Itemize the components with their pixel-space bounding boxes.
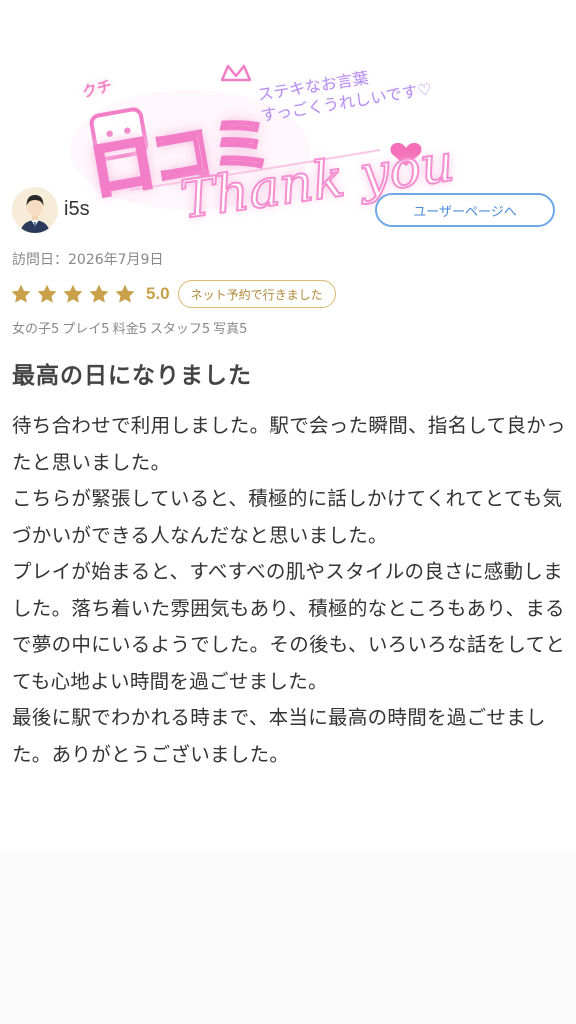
sub-score: 料金5	[112, 322, 147, 337]
rating-row: 5.0 ネット予約で行きました	[10, 279, 336, 309]
reservation-badge: ネット予約で行きました	[177, 280, 336, 308]
review-paragraph: プレイが始まると、すべすべの肌やスタイルの良さに感動しました。落ち着いた雰囲気も…	[12, 560, 566, 693]
sub-score: プレイ5	[62, 322, 110, 337]
review-paragraph: 最後に駅でわかれる時まで、本当に最高の時間を過ごせました。ありがとうございました…	[12, 706, 546, 766]
user-avatar-icon[interactable]	[12, 187, 58, 233]
star-icon	[89, 284, 109, 303]
review-card: クチ 口コミ ステキなお言葉 すっごくうれしいです♡ Thank you i5s…	[0, 0, 576, 850]
review-paragraph: こちらが緊張していると、積極的に話しかけてくれてとても気づかいができる人なんだな…	[12, 487, 563, 547]
page: クチ 口コミ ステキなお言葉 すっごくうれしいです♡ Thank you i5s…	[0, 0, 576, 1024]
visit-date: 訪問日：2026年7月9日	[12, 252, 164, 268]
sub-score: 女の子5	[12, 322, 60, 337]
star-icon	[63, 284, 83, 303]
star-icon	[37, 284, 57, 303]
star-icon	[115, 284, 135, 303]
sub-score: 写真5	[213, 322, 248, 337]
star-icon	[11, 284, 31, 303]
sub-scores: 女の子5 プレイ5 料金5 スタッフ5 写真5	[12, 318, 250, 337]
user-page-button[interactable]: ユーザーページへ	[375, 193, 555, 227]
review-paragraph: 待ち合わせで利用しました。駅で会った瞬間、指名して良かったと思いました。	[12, 414, 566, 474]
rating-score: 5.0	[146, 284, 170, 303]
username[interactable]: i5s	[64, 198, 90, 221]
review-title: 最高の日になりました	[12, 363, 252, 389]
review-body: 待ち合わせで利用しました。駅で会った瞬間、指名して良かったと思いました。 こちらが…	[12, 408, 568, 773]
star-rating	[10, 283, 140, 305]
sub-score: スタッフ5	[149, 322, 211, 337]
